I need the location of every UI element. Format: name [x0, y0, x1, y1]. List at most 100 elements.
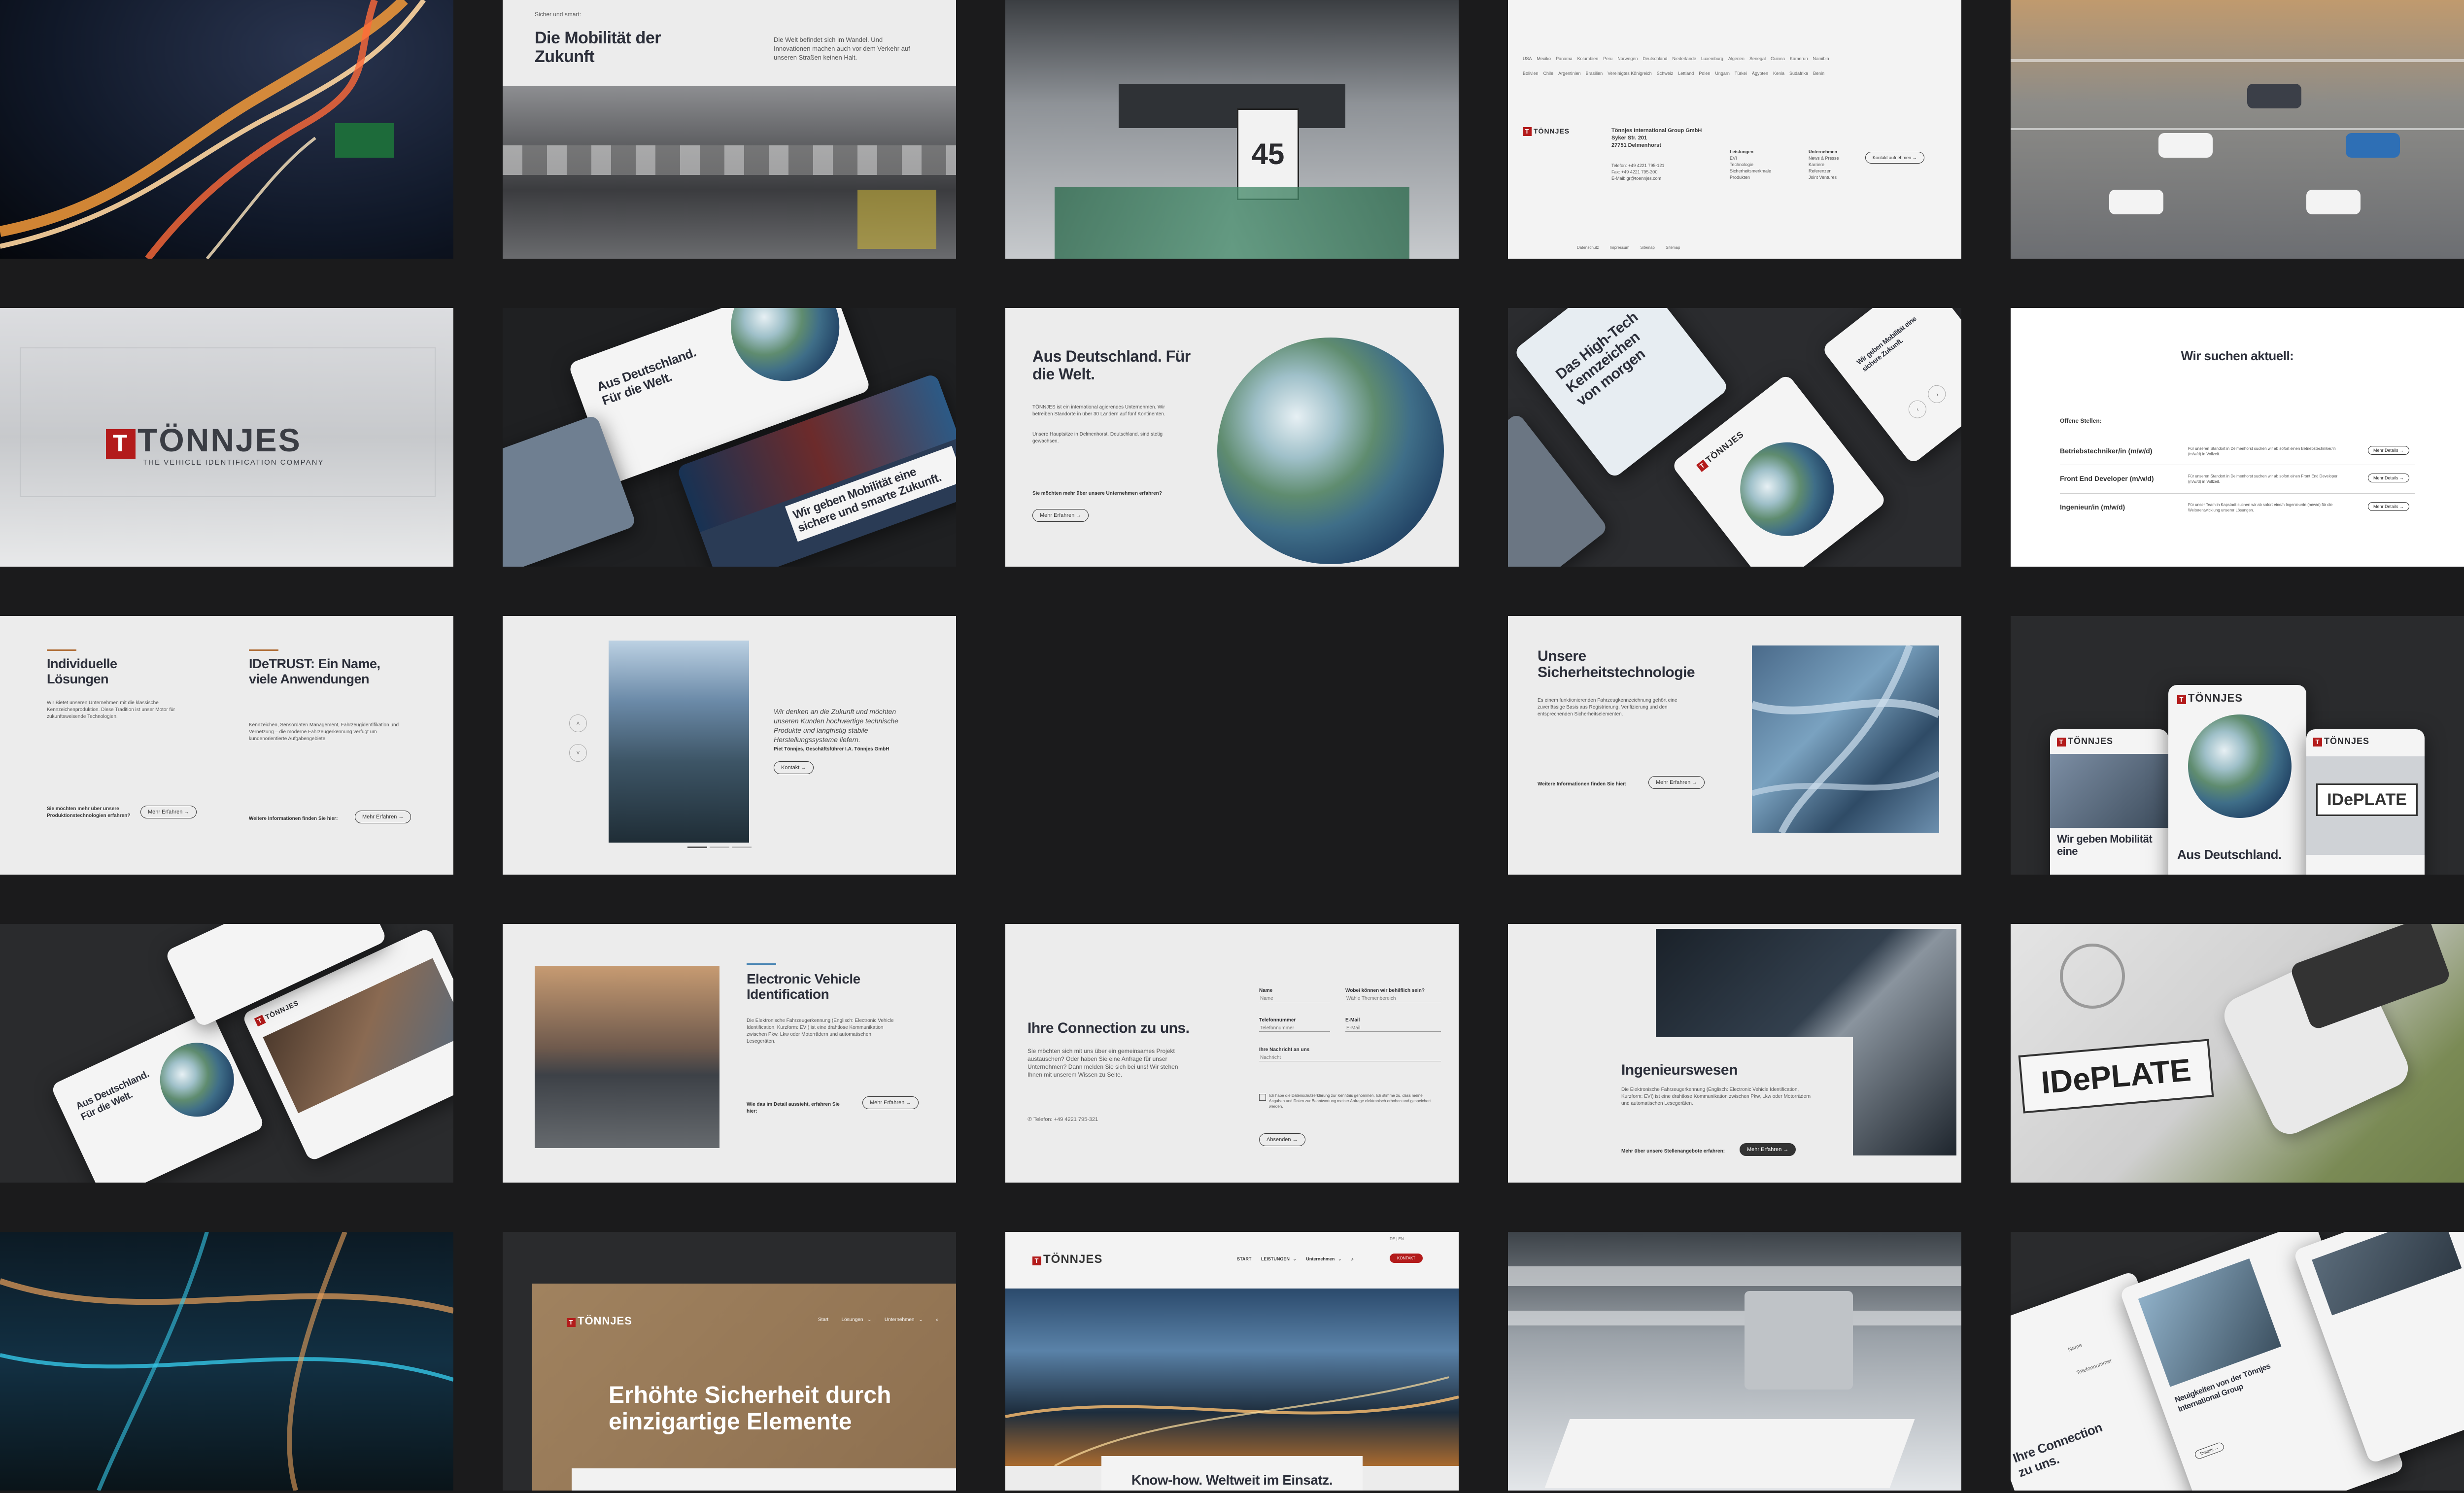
job-details-button[interactable]: Mehr Details →: [2368, 446, 2410, 455]
brown-hero-tile: T TÖNNJES Start Lösungen ⌄ Unternehmen ⌄ …: [503, 1232, 956, 1491]
logo-mark-icon: T: [254, 1015, 266, 1027]
footer-link[interactable]: Technologie: [1730, 162, 1771, 168]
coastal-road-photo: [609, 641, 749, 843]
job-details-button[interactable]: Mehr Details →: [2368, 474, 2410, 482]
consent-checkbox[interactable]: [1259, 1094, 1266, 1101]
nav-item[interactable]: Start: [818, 1317, 828, 1323]
message-field[interactable]: [1259, 1054, 1441, 1061]
field-label: Ihre Nachricht an uns: [1259, 1047, 1310, 1052]
nav-item[interactable]: Unternehmen ⌄: [1306, 1256, 1341, 1261]
slider-dot-active[interactable]: [687, 847, 707, 848]
submit-button[interactable]: Absenden →: [1259, 1133, 1305, 1146]
card-headline: Aus Deutschland. Für die Welt.: [595, 344, 698, 408]
quote-contact-button[interactable]: Kontakt →: [774, 761, 814, 774]
plate-machine-photo: 45: [1005, 0, 1459, 259]
security-text: Es einem funktionierenden Fahrzeugkennze…: [1538, 698, 1677, 717]
tilted-website-tile: Aus Deutschland. Für die Welt. TTÖNNJES: [0, 924, 453, 1183]
security-more-button[interactable]: Mehr Erfahren →: [1648, 776, 1705, 789]
legal-link[interactable]: Datenschutz: [1577, 245, 1599, 250]
legal-link[interactable]: Sitemap: [1641, 245, 1655, 250]
jobs-open-label: Offene Stellen:: [2060, 417, 2102, 424]
engineering-text: Die Elektronische Fahrzeugerkennung (Eng…: [1621, 1087, 1811, 1106]
globe-icon: [148, 1030, 246, 1129]
footer-contacts: Telefon: +49 4221 795-121 Fax: +49 4221 7…: [1611, 163, 1665, 182]
logo-mark-icon: T: [106, 429, 136, 459]
globe-icon: [1217, 338, 1444, 564]
solutions-left-button[interactable]: Mehr Erfahren →: [140, 806, 197, 818]
footer-link[interactable]: Sicherheitsmerkmale: [1730, 168, 1771, 174]
footer-contact-button[interactable]: Kontakt aufnehmen →: [1865, 152, 1924, 164]
arrow-down-icon[interactable]: ˅: [569, 744, 587, 762]
news-tilted-tile: Ihre Connection zu uns. Name Telefonnumm…: [2011, 1232, 2464, 1491]
language-switch[interactable]: DE | EN: [1390, 1237, 1404, 1241]
germany-more-button[interactable]: Mehr Erfahren →: [1032, 509, 1089, 522]
slider-dot[interactable]: [710, 847, 729, 848]
topic-select[interactable]: [1345, 995, 1441, 1002]
contact-phone: ✆ Telefon: +49 4221 795-321: [1027, 1117, 1098, 1122]
name-field[interactable]: [1259, 995, 1330, 1002]
job-details-button[interactable]: Mehr Details →: [2368, 502, 2410, 511]
car-icon: [2346, 133, 2400, 158]
phone-mockup-right: T TÖNNJES IDePLATE: [2306, 729, 2425, 875]
footer-link[interactable]: Karriere: [1809, 162, 1839, 168]
jobs-tile: Wir suchen aktuell: Offene Stellen: Betr…: [2011, 308, 2464, 567]
arrow-up-icon[interactable]: ˄: [569, 714, 587, 732]
evi-more-button[interactable]: Mehr Erfahren →: [862, 1096, 919, 1109]
engineering-more-button[interactable]: Mehr Erfahren →: [1740, 1143, 1796, 1156]
header-nav: START LEISTUNGEN ⌄ Unternehmen ⌄ ⌕: [1237, 1256, 1354, 1262]
germany-card: Aus Deutschland. Für die Welt.: [50, 1011, 266, 1183]
logo-mark-icon: T: [1523, 127, 1532, 136]
nav-item[interactable]: Lösungen ⌄: [841, 1317, 871, 1323]
contact-tile: Ihre Connection zu uns. Sie möchten sich…: [1005, 924, 1459, 1183]
logo-mark-icon: T: [2313, 738, 2322, 746]
search-icon[interactable]: ⌕: [1351, 1256, 1354, 1261]
empty-tile: [1005, 616, 1459, 875]
arrow-left-icon[interactable]: ‹: [1905, 397, 1930, 422]
germany-question: Sie möchten mehr über unsere Unternehmen…: [1032, 491, 1162, 496]
nav-item[interactable]: Unternehmen ⌄: [885, 1317, 923, 1323]
logo-mark-icon: T: [1032, 1256, 1041, 1265]
job-title[interactable]: Front End Developer (m/w/d): [2060, 475, 2154, 482]
legal-link[interactable]: Sitemap: [1666, 245, 1680, 250]
footer-email-link[interactable]: E-Mail: gr@toennjes.com: [1611, 175, 1664, 182]
vw-logo-icon: [2060, 944, 2125, 1009]
content-strip: [572, 1468, 956, 1491]
card-headline: Aus Deutschland. Für die Welt.: [74, 1068, 151, 1123]
arrow-right-icon[interactable]: ›: [1924, 381, 1950, 407]
footer-link[interactable]: Joint Ventures: [1809, 174, 1839, 181]
news-details-button[interactable]: Details →: [2193, 1441, 2225, 1460]
security-title: Unsere Sicherheitstechnologie: [1538, 648, 1695, 680]
slider-dot[interactable]: [732, 847, 752, 848]
header-logo[interactable]: T TÖNNJES: [1032, 1253, 1102, 1266]
logo-mark-icon: T: [567, 1318, 576, 1327]
footer-link[interactable]: EVI: [1730, 155, 1771, 162]
footer-link[interactable]: Produkten: [1730, 174, 1771, 181]
highway-night-photo: [0, 0, 453, 259]
germany-title: Aus Deutschland. Für die Welt.: [1032, 347, 1191, 383]
contact-button[interactable]: KONTAKT: [1390, 1254, 1423, 1263]
footer-link[interactable]: Referenzen: [1809, 168, 1839, 174]
evi-text: Die Elektronische Fahrzeugerkennung (Eng…: [747, 1018, 894, 1044]
solutions-right-button[interactable]: Mehr Erfahren →: [355, 811, 411, 823]
footer-col-2: Unternehmen News & Presse Karriere Referen…: [1809, 149, 1839, 181]
city-headline: Know-how. Weltweit im Einsatz.: [1131, 1472, 1333, 1488]
city-hero-tile: DE | EN T TÖNNJES START LEISTUNGEN ⌄ Unte…: [1005, 1232, 1459, 1491]
field-label: Name: [2067, 1342, 2083, 1353]
mobility-text: Die Welt befindet sich im Wandel. Und In…: [774, 36, 910, 61]
card-headline: Das High-Tech Kennzeichen von morgen: [1552, 308, 1648, 409]
machine-head-icon: [1745, 1291, 1853, 1390]
footer-address: Tönnjes International Group GmbH Syker St…: [1611, 128, 1702, 148]
phone-field[interactable]: [1259, 1025, 1330, 1032]
legal-link[interactable]: Impressum: [1610, 245, 1630, 250]
nav-item[interactable]: LEISTUNGEN ⌄: [1261, 1256, 1297, 1261]
search-icon[interactable]: ⌕: [936, 1317, 939, 1323]
hero-logo[interactable]: T TÖNNJES: [567, 1315, 632, 1327]
engineering-question: Mehr über unsere Stellenangebote erfahre…: [1621, 1149, 1725, 1154]
job-title[interactable]: Betriebstechniker/in (m/w/d): [2060, 447, 2152, 455]
footer-link[interactable]: News & Presse: [1809, 155, 1839, 162]
email-field[interactable]: [1345, 1025, 1441, 1032]
footer-logo[interactable]: T TÖNNJES: [1523, 127, 1570, 136]
card-headline: Ihre Connection zu uns.: [2011, 1420, 2104, 1480]
job-title[interactable]: Ingenieur/in (m/w/d): [2060, 503, 2125, 511]
nav-item[interactable]: START: [1237, 1256, 1251, 1261]
